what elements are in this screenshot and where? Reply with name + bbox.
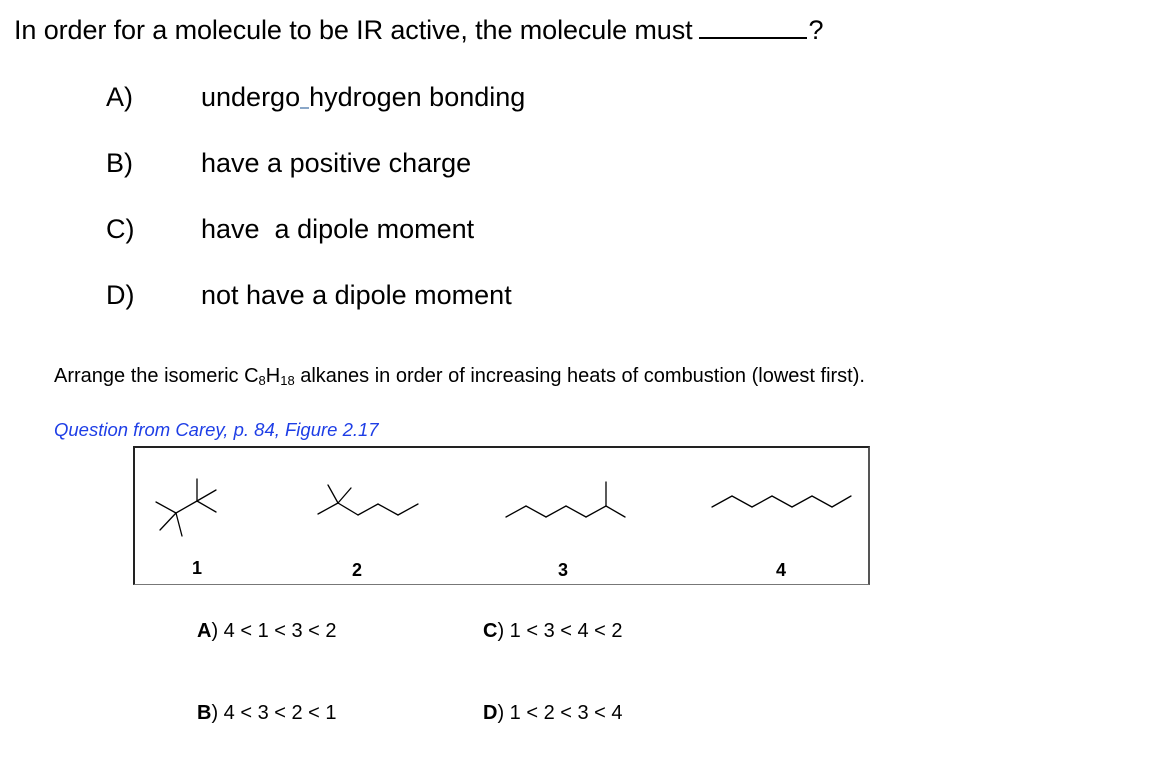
option-b-text: have a positive charge <box>201 148 472 178</box>
molecule-3-structure <box>505 481 626 518</box>
subscript-18: 18 <box>280 373 295 388</box>
question1-stem-text: In order for a molecule to be IR active,… <box>14 15 693 45</box>
answer-b-text: ) 4 < 3 < 2 < 1 <box>211 702 337 724</box>
stem-part: alkanes in order of increasing heats of … <box>294 365 865 387</box>
option-d-letter: D) <box>106 280 135 310</box>
option-d-text: not have a dipole moment <box>201 280 512 310</box>
underscore-mark <box>300 107 310 109</box>
question2-stem: Arrange the isomeric C8H18 alkanes in or… <box>54 364 914 393</box>
molecule-figure: 1 2 3 4 <box>133 446 870 585</box>
option-b-letter: B) <box>106 148 133 178</box>
question1-stem: In order for a molecule to be IR active,… <box>14 15 824 46</box>
option-a-letter: A) <box>106 82 133 112</box>
answer-a-text: ) 4 < 1 < 3 < 2 <box>211 620 337 642</box>
molecule-4-structure <box>711 495 852 508</box>
option-c-letter: C) <box>106 214 135 244</box>
subscript-8: 8 <box>258 373 266 388</box>
answer-a-letter: A <box>197 620 212 642</box>
answer-b: B) 4 < 3 < 2 < 1 <box>197 702 337 725</box>
molecule-1-label: 1 <box>192 558 203 578</box>
answer-c-text: ) 1 < 3 < 4 < 2 <box>497 620 623 642</box>
question-source: Question from Carey, p. 84, Figure 2.17 <box>54 419 379 440</box>
molecule-1-structure <box>155 478 217 537</box>
molecule-2-structure <box>317 484 419 516</box>
answer-d: D) 1 < 2 < 3 < 4 <box>483 702 623 725</box>
question-mark: ? <box>808 15 824 45</box>
option-a-text: undergo hydrogen bonding <box>201 82 525 113</box>
stem-part: Arrange the isomeric C <box>54 365 259 387</box>
answer-a: A) 4 < 1 < 3 < 2 <box>197 620 337 643</box>
answer-blank <box>698 15 807 39</box>
answer-d-text: ) 1 < 2 < 3 < 4 <box>497 702 623 724</box>
answer-c: C) 1 < 3 < 4 < 2 <box>483 620 623 643</box>
answer-d-letter: D <box>483 702 498 724</box>
option-c-text: have a dipole moment <box>201 214 475 244</box>
answer-b-letter: B <box>197 702 212 724</box>
molecule-2-label: 2 <box>352 560 363 580</box>
answer-c-letter: C <box>483 620 498 642</box>
molecule-structures <box>155 478 852 537</box>
molecule-3-label: 3 <box>558 560 569 580</box>
option-a-text-before: undergo <box>201 82 301 112</box>
stem-part: H <box>265 365 281 387</box>
option-a-text-after: hydrogen bonding <box>309 82 526 112</box>
molecule-4-label: 4 <box>776 560 787 580</box>
